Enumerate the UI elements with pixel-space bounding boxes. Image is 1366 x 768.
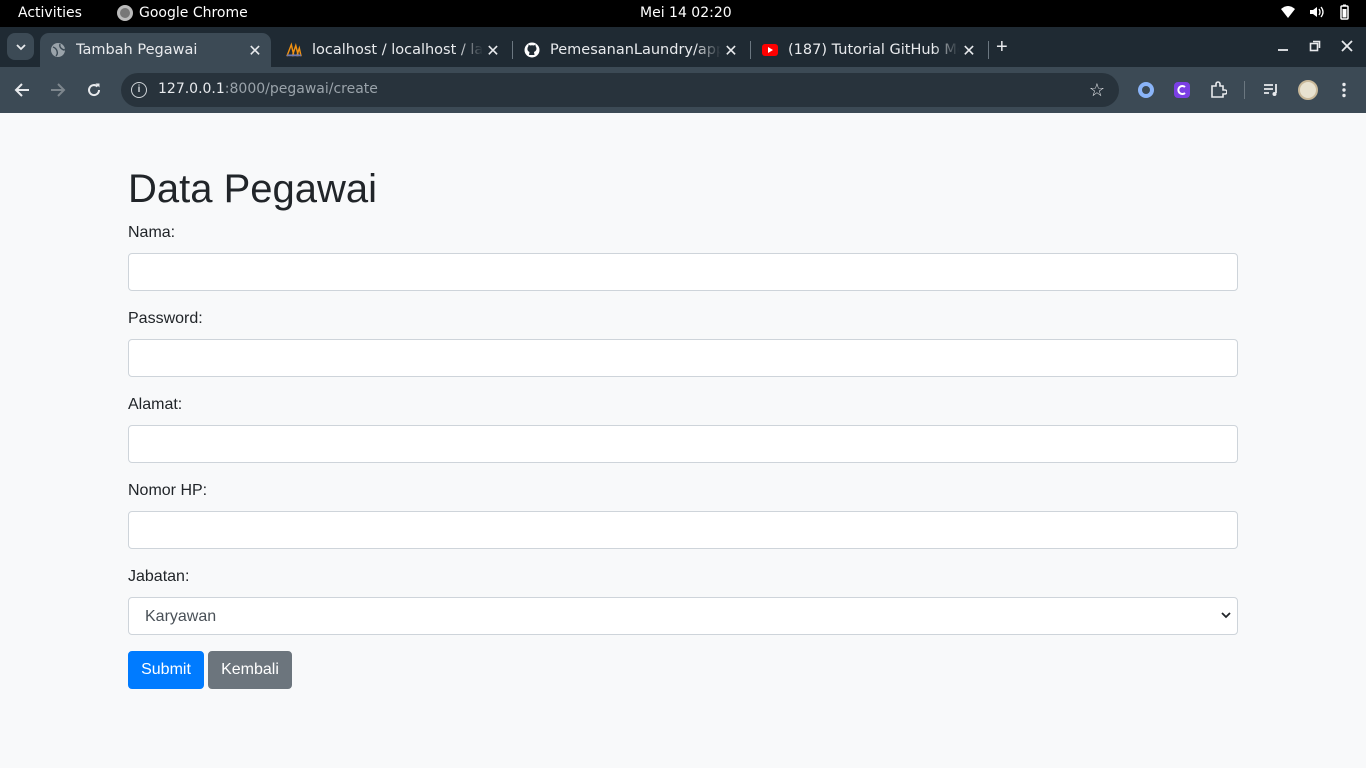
media-controls-icon[interactable] xyxy=(1262,81,1280,99)
tab-strip: Tambah Pegawai ✕ localhost / localhost /… xyxy=(0,27,1366,67)
restore-icon[interactable] xyxy=(1309,39,1321,55)
forward-arrow-icon[interactable] xyxy=(48,80,68,100)
volume-icon xyxy=(1310,6,1324,18)
tab-title: PemesananLaundry/app/Http xyxy=(550,42,721,58)
jabatan-label: Jabatan: xyxy=(128,568,190,585)
chevron-down-icon xyxy=(15,43,26,50)
password-group: Password: xyxy=(128,307,1238,377)
globe-icon xyxy=(50,42,66,58)
app-name: Google Chrome xyxy=(139,5,248,21)
close-window-icon[interactable] xyxy=(1341,39,1353,55)
page-title: Data Pegawai xyxy=(128,167,378,211)
form-actions: Submit Kembali xyxy=(128,651,1238,689)
nomor-hp-group: Nomor HP: xyxy=(128,479,1238,549)
alamat-group: Alamat: xyxy=(128,393,1238,463)
tab-divider xyxy=(750,41,751,59)
system-top-bar: Activities Google Chrome Mei 14 02:20 xyxy=(0,0,1366,27)
site-info-icon[interactable]: i xyxy=(131,82,147,98)
tab-tambah-pegawai[interactable]: Tambah Pegawai ✕ xyxy=(40,33,271,67)
url-text[interactable]: 127.0.0.1:8000/pegawai/create xyxy=(158,81,378,97)
password-label: Password: xyxy=(128,310,203,327)
chrome-app-icon xyxy=(117,5,133,21)
address-bar[interactable]: i 127.0.0.1:8000/pegawai/create ☆ xyxy=(121,73,1119,107)
extensions-puzzle-icon[interactable] xyxy=(1209,81,1228,99)
clock[interactable]: Mei 14 02:20 xyxy=(640,5,732,21)
app-menu[interactable]: Google Chrome xyxy=(117,5,248,21)
nama-group: Nama: xyxy=(128,221,1238,291)
url-path: :8000/pegawai/create xyxy=(224,81,378,97)
phpmyadmin-icon xyxy=(286,42,302,58)
tab-title: Tambah Pegawai xyxy=(76,42,198,58)
password-input[interactable] xyxy=(128,339,1238,377)
jabatan-group: Jabatan: Karyawan xyxy=(128,565,1238,635)
back-arrow-icon[interactable] xyxy=(12,80,32,100)
tab-divider xyxy=(988,41,989,59)
close-tab-icon[interactable]: ✕ xyxy=(721,41,741,60)
jabatan-select-wrapper: Karyawan xyxy=(128,597,1238,635)
more-menu-icon[interactable] xyxy=(1335,81,1353,99)
reload-icon[interactable] xyxy=(84,80,104,100)
minimize-icon[interactable] xyxy=(1277,39,1289,55)
close-tab-icon[interactable]: ✕ xyxy=(959,41,979,60)
form-container: Data Pegawai Nama: Password: Alamat: Nom… xyxy=(128,165,1238,689)
submit-button[interactable]: Submit xyxy=(128,651,204,689)
nomor-hp-label: Nomor HP: xyxy=(128,482,208,499)
extension-icon-2[interactable] xyxy=(1173,81,1191,99)
browser-toolbar: i 127.0.0.1:8000/pegawai/create ☆ xyxy=(0,67,1366,113)
close-tab-icon[interactable]: ✕ xyxy=(245,41,265,60)
wifi-icon xyxy=(1281,6,1295,18)
tab-title: localhost / localhost / laundry xyxy=(312,42,483,58)
url-host: 127.0.0.1 xyxy=(158,81,225,97)
jabatan-select[interactable]: Karyawan xyxy=(128,597,1238,635)
profile-avatar[interactable] xyxy=(1298,80,1318,100)
tab-divider xyxy=(512,41,513,59)
tab-youtube[interactable]: (187) Tutorial GitHub Mem ✕ xyxy=(752,33,985,67)
alamat-input[interactable] xyxy=(128,425,1238,463)
bookmark-star-icon[interactable]: ☆ xyxy=(1089,80,1105,101)
activities-button[interactable]: Activities xyxy=(18,5,82,21)
kembali-button[interactable]: Kembali xyxy=(208,651,292,689)
nama-label: Nama: xyxy=(128,224,176,241)
battery-icon xyxy=(1340,4,1349,20)
nama-input[interactable] xyxy=(128,253,1238,291)
page-content: Data Pegawai Nama: Password: Alamat: Nom… xyxy=(0,113,1366,768)
new-tab-button[interactable]: + xyxy=(996,37,1008,57)
tab-github[interactable]: PemesananLaundry/app/Http ✕ xyxy=(514,33,747,67)
tab-search-button[interactable] xyxy=(7,33,34,60)
tab-phpmyadmin[interactable]: localhost / localhost / laundry ✕ xyxy=(276,33,509,67)
tab-title: (187) Tutorial GitHub Mem xyxy=(788,42,959,58)
alamat-label: Alamat: xyxy=(128,396,183,413)
nomor-hp-input[interactable] xyxy=(128,511,1238,549)
toolbar-divider xyxy=(1244,81,1245,99)
extension-icon-1[interactable] xyxy=(1137,81,1155,99)
github-icon xyxy=(524,42,540,58)
close-tab-icon[interactable]: ✕ xyxy=(483,41,503,60)
system-tray[interactable] xyxy=(1280,4,1352,20)
youtube-icon xyxy=(762,42,778,58)
